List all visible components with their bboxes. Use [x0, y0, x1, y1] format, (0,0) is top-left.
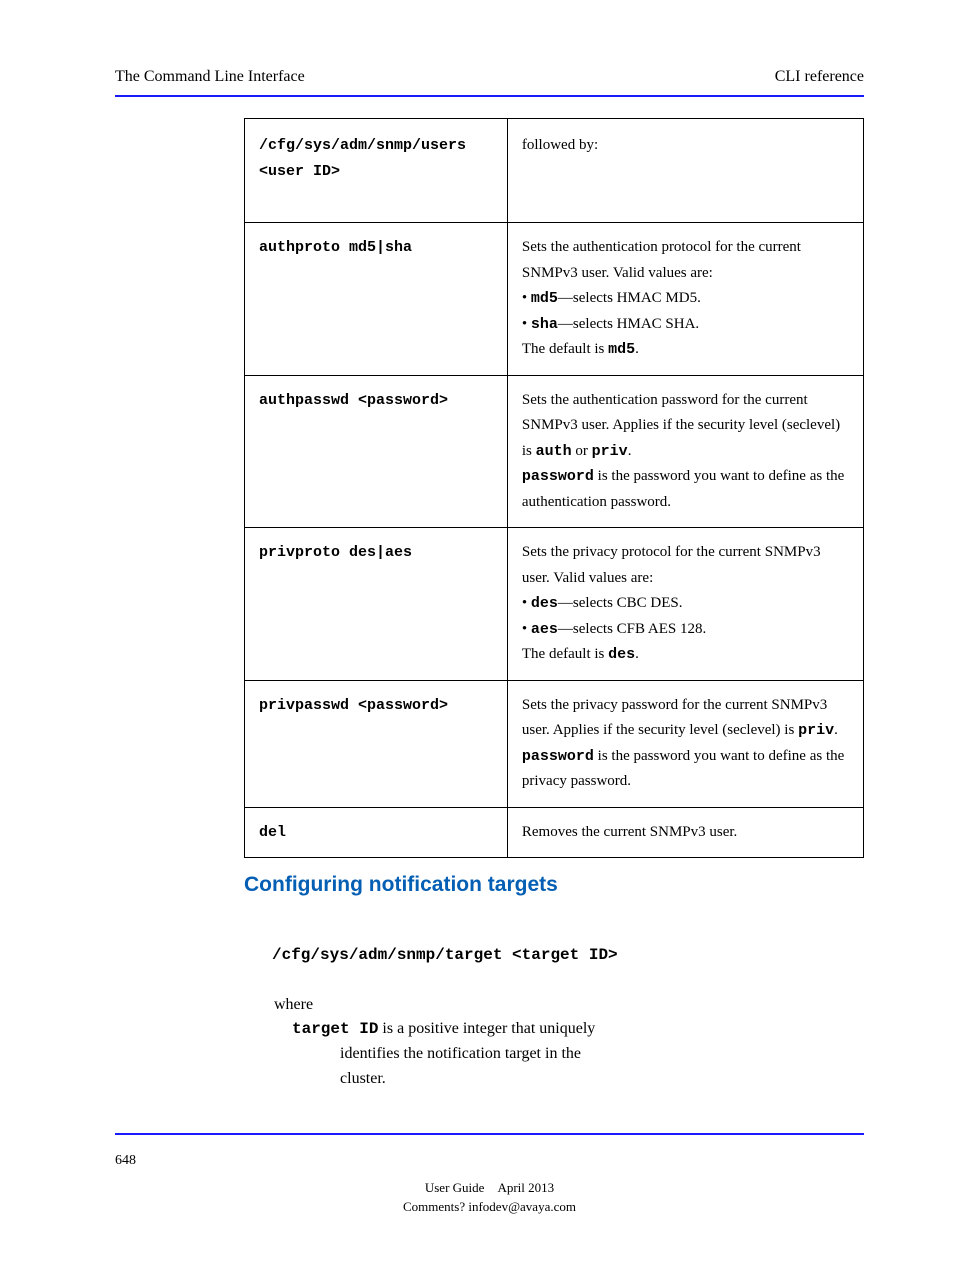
default-code: md5 — [608, 341, 635, 358]
inline-code: priv — [798, 722, 834, 739]
bullet-text: —selects CFB AES 128. — [558, 621, 706, 637]
body-term: target ID — [292, 1020, 378, 1038]
body-desc3: cluster. — [340, 1070, 386, 1087]
cmd-text: privpasswd <password> — [259, 697, 448, 714]
table-row: del Removes the current SNMPv3 user. — [245, 807, 864, 858]
desc-mid: or — [572, 443, 592, 459]
table-header-cmd: /cfg/sys/adm/snmp/users <user ID> — [245, 119, 508, 223]
bullet-text: —selects HMAC SHA. — [558, 316, 699, 332]
bottom-rule — [115, 1133, 864, 1135]
desc-cell: Sets the privacy password for the curren… — [507, 680, 863, 807]
desc-cell: Removes the current SNMPv3 user. — [507, 807, 863, 858]
cmd-text: privproto des|aes — [259, 544, 412, 561]
bullet-code: md5 — [531, 290, 558, 307]
bullet-text: —selects CBC DES. — [558, 595, 683, 611]
header-cmd-text: /cfg/sys/adm/snmp/users <user ID> — [259, 137, 466, 180]
desc-cell: Sets the authentication password for the… — [507, 375, 863, 528]
inline-code: auth — [536, 443, 572, 460]
footer-t1: User Guide — [425, 1180, 485, 1195]
desc-cell: Sets the authentication protocol for the… — [507, 223, 863, 376]
body-text-indent: target ID is a positive integer that uni… — [292, 1017, 844, 1091]
default-code: des — [608, 646, 635, 663]
body-pre: where — [274, 996, 313, 1013]
bullet-code: aes — [531, 621, 558, 638]
header-left: The Command Line Interface — [115, 68, 305, 86]
section-heading: Configuring notification targets — [244, 873, 558, 897]
section-path: /cfg/sys/adm/snmp/target <target ID> — [272, 946, 618, 964]
default-pre: The default is — [522, 341, 608, 357]
desc-post: . — [834, 722, 838, 738]
param-code: password — [522, 748, 594, 765]
table-header-row: /cfg/sys/adm/snmp/users <user ID> follow… — [245, 119, 864, 223]
page-number: 648 — [115, 1153, 136, 1169]
cmd-cell: del — [245, 807, 508, 858]
footer-line2: Comments? infodev@avaya.com — [115, 1199, 864, 1215]
header-right: CLI reference — [775, 68, 864, 86]
cmd-text: del — [259, 824, 286, 841]
desc-text: Sets the privacy password for the curren… — [522, 697, 827, 739]
bullet-code: des — [531, 595, 558, 612]
bullet-code: sha — [531, 316, 558, 333]
header-cont-text: followed by: — [522, 137, 598, 153]
bullet-text: —selects HMAC MD5. — [558, 290, 701, 306]
body-desc1: is a positive integer that uniquely — [378, 1020, 595, 1037]
table-row: authpasswd <password> Sets the authentic… — [245, 375, 864, 528]
default-post: . — [635, 646, 639, 662]
param-code: password — [522, 468, 594, 485]
default-post: . — [635, 341, 639, 357]
cmd-text: authproto md5|sha — [259, 239, 412, 256]
top-rule — [115, 95, 864, 97]
desc-post: . — [628, 443, 632, 459]
desc-text: Removes the current SNMPv3 user. — [522, 824, 737, 840]
cmd-text: authpasswd <password> — [259, 392, 448, 409]
cmd-cell: privpasswd <password> — [245, 680, 508, 807]
table-row: privproto des|aes Sets the privacy proto… — [245, 528, 864, 681]
footer-line1: User Guide April 2013 — [115, 1180, 864, 1196]
body-desc2: identifies the notification target in th… — [340, 1045, 581, 1062]
table-header-desc: followed by: — [507, 119, 863, 223]
table-row: authproto md5|sha Sets the authenticatio… — [245, 223, 864, 376]
command-table: /cfg/sys/adm/snmp/users <user ID> follow… — [244, 118, 864, 858]
desc-text: Sets the privacy protocol for the curren… — [522, 544, 821, 586]
cmd-cell: privproto des|aes — [245, 528, 508, 681]
desc-text: Sets the authentication protocol for the… — [522, 239, 801, 281]
table-row: privpasswd <password> Sets the privacy p… — [245, 680, 864, 807]
default-pre: The default is — [522, 646, 608, 662]
cmd-cell: authproto md5|sha — [245, 223, 508, 376]
desc-cell: Sets the privacy protocol for the curren… — [507, 528, 863, 681]
body-text: where — [274, 993, 844, 1018]
footer-t2: April 2013 — [497, 1180, 554, 1195]
inline-code: priv — [592, 443, 628, 460]
cmd-cell: authpasswd <password> — [245, 375, 508, 528]
